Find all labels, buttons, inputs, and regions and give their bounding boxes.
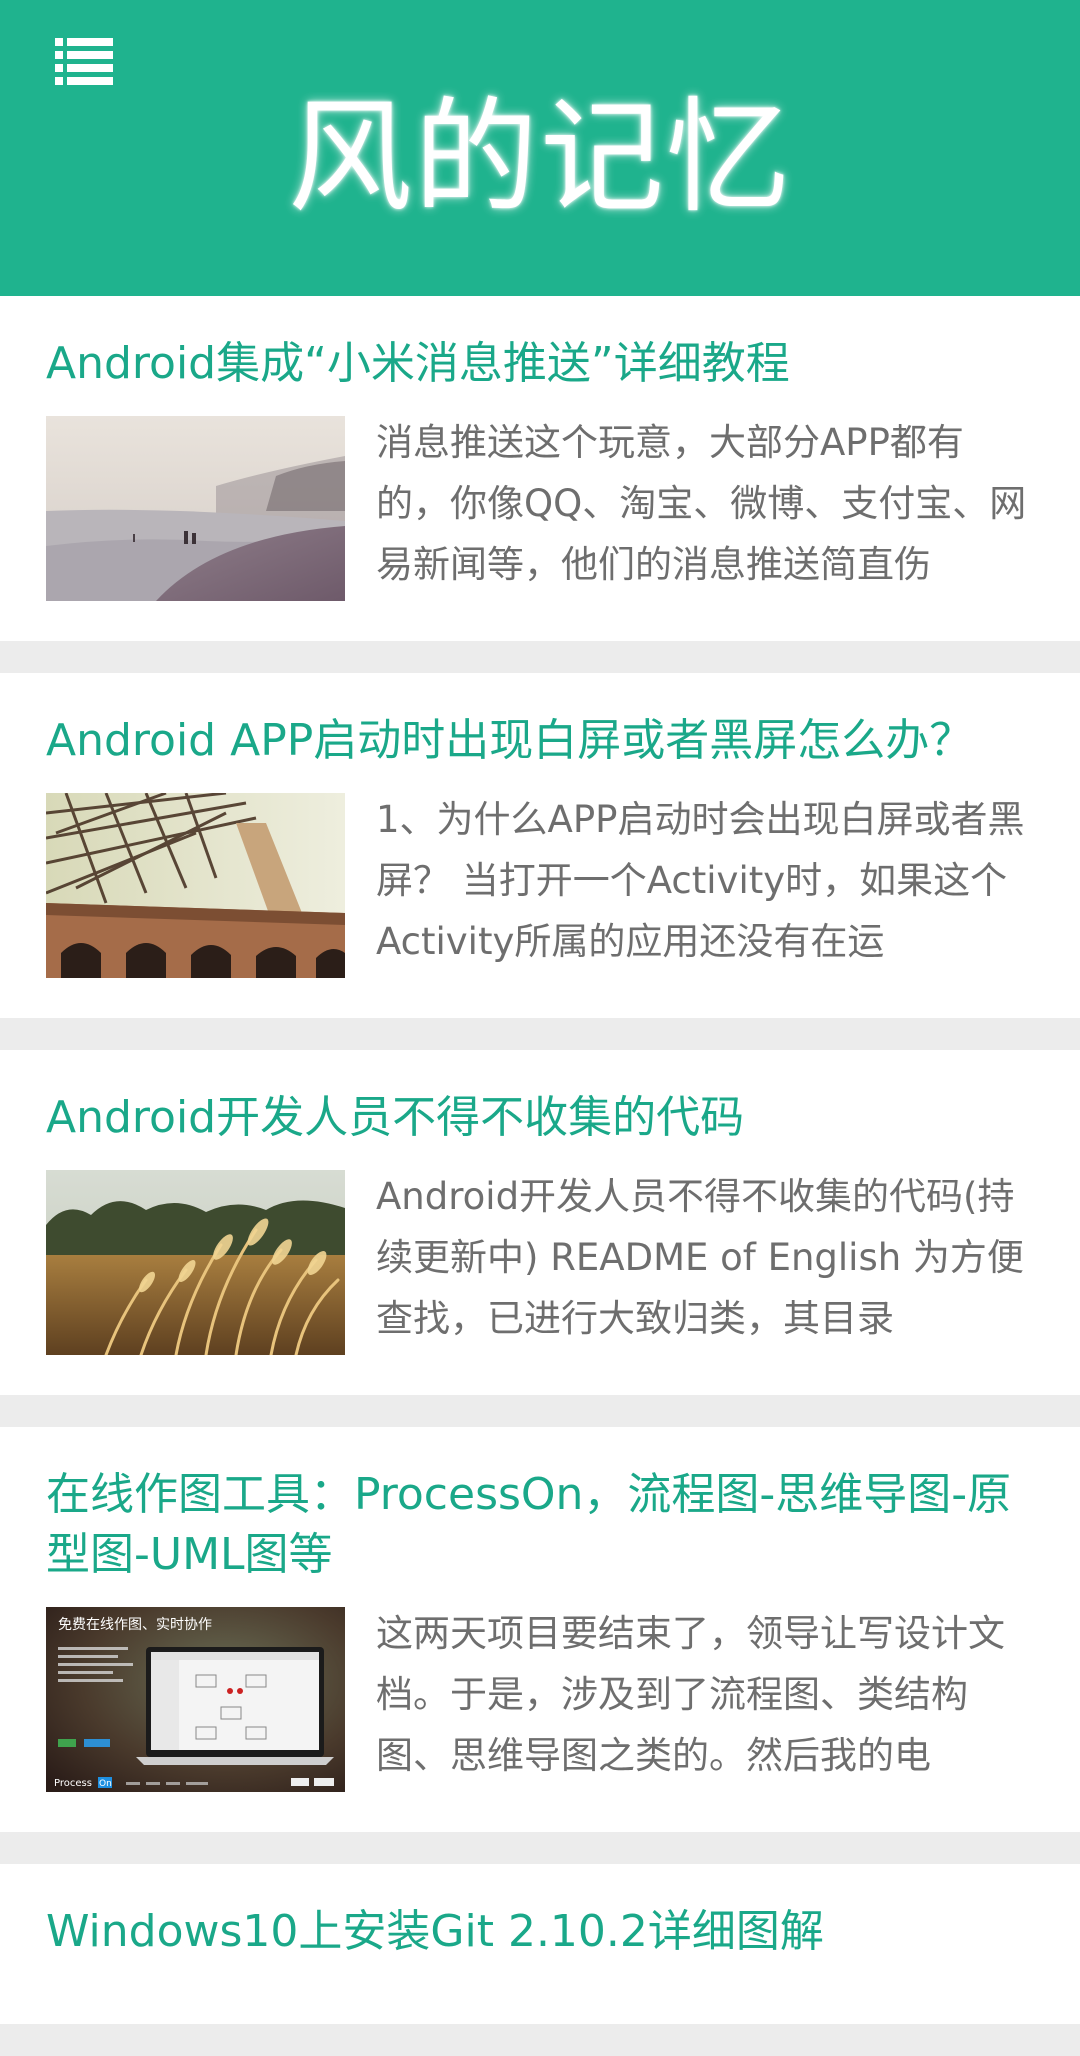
post-title[interactable]: Android APP启动时出现白屏或者黑屏怎么办？ <box>46 711 1034 771</box>
site-title: 风的记忆 <box>287 86 792 230</box>
beach-image[interactable] <box>46 416 345 601</box>
wheat-field-image[interactable] <box>46 1170 345 1355</box>
app-header: 风的记忆 <box>0 0 1080 296</box>
post-card[interactable]: 在线作图工具：ProcessOn，流程图-思维导图-原型图-UML图等 免费在线… <box>0 1427 1080 1832</box>
post-list: Android集成“小米消息推送”详细教程 消息推送这个玩意，大部分APP都有的… <box>0 296 1080 2056</box>
processon-screenshot-image[interactable]: 免费在线作图、实时协作 Process On <box>46 1607 345 1792</box>
post-excerpt: 1、为什么APP启动时会出现白屏或者黑屏？ 当打开一个Activity时，如果这… <box>376 798 1025 963</box>
post-card[interactable]: Android APP启动时出现白屏或者黑屏怎么办？ 1、为什么APP启动时会出… <box>0 673 1080 1018</box>
processon-logo-suffix: On <box>99 1779 112 1789</box>
post-title[interactable]: Android开发人员不得不收集的代码 <box>46 1088 1034 1148</box>
post-card[interactable]: Android集成“小米消息推送”详细教程 消息推送这个玩意，大部分APP都有的… <box>0 296 1080 641</box>
post-title[interactable]: Windows10上安装Git 2.10.2详细图解 <box>46 1902 1034 1962</box>
post-excerpt: Android开发人员不得不收集的代码(持续更新中) README of Eng… <box>376 1175 1024 1340</box>
processon-logo-text: Process <box>54 1778 92 1789</box>
bridge-image[interactable] <box>46 793 345 978</box>
post-card[interactable]: Windows10上安装Git 2.10.2详细图解 <box>0 1864 1080 2024</box>
post-excerpt: 这两天项目要结束了，领导让写设计文档。于是，涉及到了流程图、类结构图、思维导图之… <box>376 1612 1005 1777</box>
list-menu-icon[interactable] <box>55 36 113 86</box>
post-title[interactable]: 在线作图工具：ProcessOn，流程图-思维导图-原型图-UML图等 <box>46 1465 1034 1585</box>
post-title[interactable]: Android集成“小米消息推送”详细教程 <box>46 334 1034 394</box>
processon-headline: 免费在线作图、实时协作 <box>58 1617 212 1633</box>
post-card[interactable]: Android开发人员不得不收集的代码 Android开发人员不得不收集的代码(… <box>0 1050 1080 1395</box>
post-excerpt: 消息推送这个玩意，大部分APP都有的，你像QQ、淘宝、微博、支付宝、网易新闻等，… <box>376 421 1027 586</box>
